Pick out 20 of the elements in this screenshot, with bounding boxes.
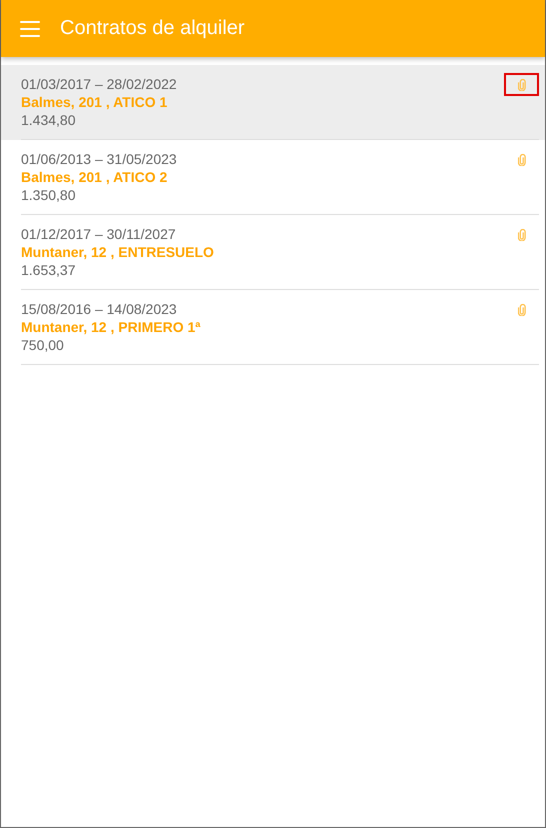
paperclip-icon (518, 304, 526, 316)
contract-item[interactable]: 01/03/2017 – 28/02/2022 Balmes, 201 , ATICO 1 1.434,80 (1, 65, 545, 140)
contract-amount: 1.434,80 (21, 111, 76, 129)
contract-address: Balmes, 201 , ATICO 1 (21, 93, 168, 111)
contract-address: Muntaner, 12 , ENTRESUELO (21, 243, 214, 261)
contract-period: 01/12/2017 – 30/11/2027 (21, 225, 177, 243)
page-title: Contratos de alquiler (60, 17, 245, 40)
contract-address: Muntaner, 12 , PRIMERO 1ª (21, 318, 200, 336)
contract-amount: 1.653,37 (21, 261, 76, 279)
contract-period: 01/03/2017 – 28/02/2022 (21, 75, 177, 93)
contract-period: 01/06/2013 – 31/05/2023 (21, 150, 177, 168)
paperclip-icon (518, 154, 526, 166)
paperclip-icon (518, 78, 526, 90)
contract-amount: 750,00 (21, 336, 65, 354)
contract-amount: 1.350,80 (21, 186, 76, 204)
contract-address: Balmes, 201 , ATICO 2 (21, 168, 168, 186)
menu-button[interactable] (20, 20, 40, 36)
contract-period: 15/08/2016 – 14/08/2023 (21, 300, 178, 318)
attachment-button[interactable] (504, 73, 539, 96)
paperclip-icon (518, 228, 526, 240)
